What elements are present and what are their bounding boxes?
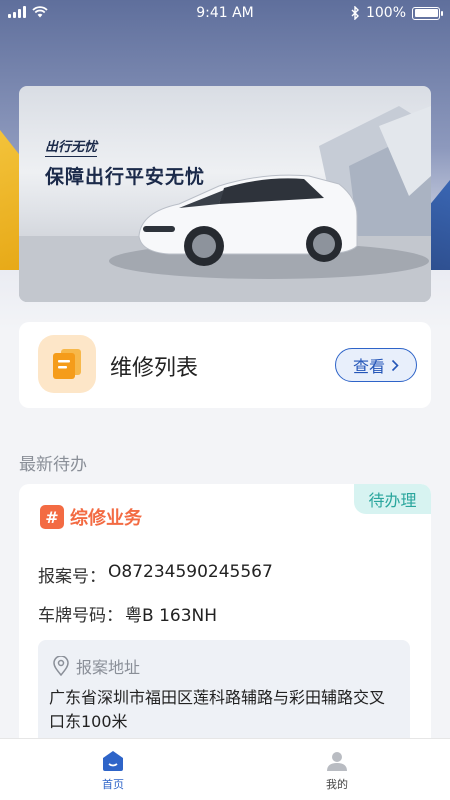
task-type: # 综修业务 bbox=[40, 504, 142, 530]
hash-icon: # bbox=[40, 505, 64, 529]
tab-mine[interactable]: 我的 bbox=[287, 749, 387, 792]
tab-home[interactable]: 首页 bbox=[63, 749, 163, 792]
section-title: 最新待办 bbox=[19, 455, 87, 475]
promo-banner[interactable]: 出行无忧 保障出行平安无忧 bbox=[19, 86, 431, 302]
tab-bar: 首页 我的 bbox=[0, 738, 450, 800]
repair-list-card[interactable]: 维修列表 查看 bbox=[19, 322, 431, 408]
user-icon bbox=[327, 752, 347, 771]
chevron-right-icon bbox=[391, 359, 399, 371]
view-button-label: 查看 bbox=[352, 357, 385, 376]
case-number-label: 报案号： bbox=[38, 567, 106, 587]
banner-title: 保障出行平安无忧 bbox=[45, 166, 206, 188]
battery-percent: 100% bbox=[365, 5, 406, 21]
tab-home-label: 首页 bbox=[102, 778, 124, 791]
view-button[interactable]: 查看 bbox=[335, 348, 417, 382]
bluetooth-icon bbox=[351, 6, 359, 20]
banner-tag: 出行无忧 bbox=[45, 136, 98, 157]
case-number-row: 报案号： O87234590245567 bbox=[38, 562, 273, 587]
task-type-label: 综修业务 bbox=[70, 508, 142, 529]
plate-number-row: 车牌号码： 粤B 163NH bbox=[38, 601, 217, 626]
location-pin-icon bbox=[53, 656, 69, 676]
car-illustration bbox=[19, 106, 431, 302]
address-label: 报案地址 bbox=[76, 658, 141, 677]
task-card[interactable]: 待办理 # 综修业务 报案号： O87234590245567 车牌号码： 粤B… bbox=[19, 484, 431, 764]
status-badge: 待办理 bbox=[354, 484, 431, 514]
case-number-value: O87234590245567 bbox=[108, 562, 273, 582]
address-header: 报案地址 bbox=[52, 654, 140, 678]
document-icon bbox=[38, 335, 96, 393]
plate-number-value: 粤B 163NH bbox=[125, 606, 218, 626]
status-bar: 9:41 AM 100% bbox=[0, 0, 450, 28]
status-right: 100% bbox=[351, 5, 443, 21]
repair-list-title: 维修列表 bbox=[110, 356, 199, 381]
home-icon bbox=[103, 751, 123, 771]
tab-mine-label: 我的 bbox=[326, 778, 348, 791]
address-text: 广东省深圳市福田区莲科路辅路与彩田辅路交叉口东100米 bbox=[49, 688, 386, 731]
plate-number-label: 车牌号码： bbox=[38, 606, 123, 626]
battery-icon bbox=[412, 6, 443, 20]
